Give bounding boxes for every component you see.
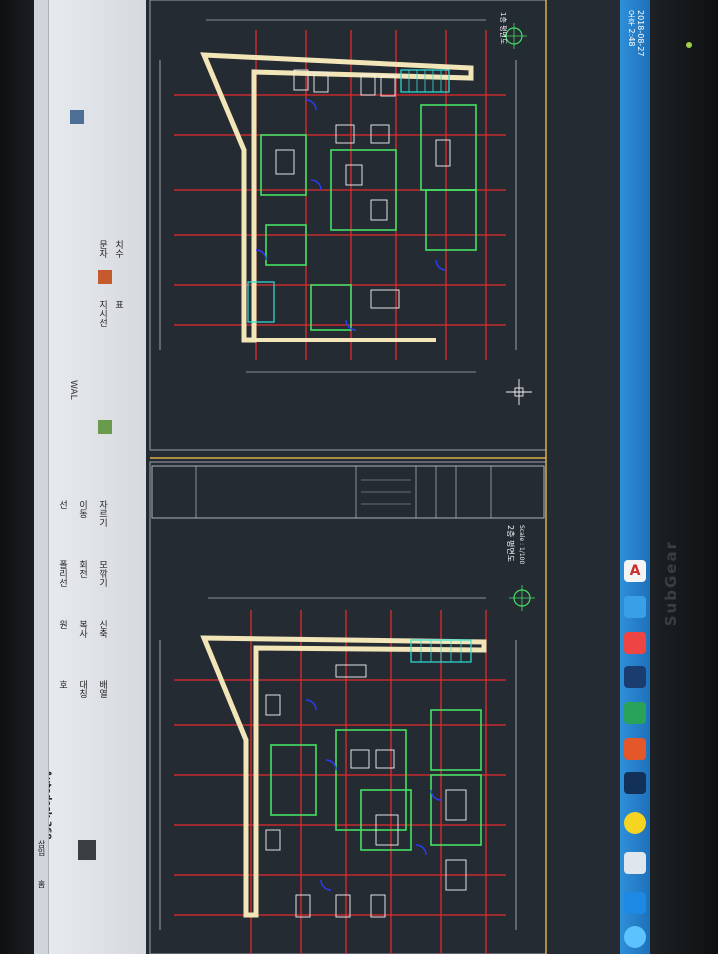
windows-taskbar: 오후 2:48 2018-08-27 A xyxy=(620,0,652,954)
group-tools: 문자 치수 지시선 표 xyxy=(96,240,142,400)
kakaotalk-icon[interactable] xyxy=(624,812,646,834)
photoshop-icon-1[interactable] xyxy=(624,666,646,688)
app-icon-orange[interactable] xyxy=(624,738,646,760)
photo-of-monitor: Autodesk 360 WAL 선 폴리선 원 호 이동 회전 복사 대칭 자… xyxy=(0,0,718,954)
text-A-icon[interactable] xyxy=(78,840,96,860)
sheet2-title: 2층 평면도 xyxy=(506,525,516,562)
app-icon-green[interactable] xyxy=(624,702,646,724)
power-led xyxy=(686,42,692,48)
clipboard-icon[interactable] xyxy=(70,110,84,124)
monitor-brand: SubGear xyxy=(662,540,680,627)
tool-circle[interactable]: 원 xyxy=(56,620,69,629)
tab-home[interactable]: 홈 xyxy=(36,880,47,888)
sheet1-stamp: 1층 평면도 xyxy=(499,12,508,45)
autocad-ribbon: Autodesk 360 WAL 선 폴리선 원 호 이동 회전 복사 대칭 자… xyxy=(34,0,147,954)
tool-dimension[interactable]: 치수 xyxy=(112,240,125,258)
ie-icon[interactable] xyxy=(624,892,646,914)
file-explorer-icon[interactable] xyxy=(624,596,646,618)
layer-icon[interactable] xyxy=(98,420,112,434)
text-icon[interactable] xyxy=(98,270,112,284)
title-block xyxy=(151,465,545,519)
drawing-canvas[interactable]: 1층 평면도 2층 평면도 Scale: 1/100 xyxy=(146,0,622,954)
tool-copy[interactable]: 복사 xyxy=(76,620,89,638)
tool-table[interactable]: 표 xyxy=(112,300,125,309)
app-icon-red[interactable] xyxy=(624,632,646,654)
photoshop-icon-2[interactable] xyxy=(624,772,646,794)
tool-polyline[interactable]: 폴리선 xyxy=(56,560,69,587)
tool-mirror[interactable]: 대칭 xyxy=(76,680,89,698)
tool-trim[interactable]: 자르기 xyxy=(96,500,109,527)
tool-array[interactable]: 배열 xyxy=(96,680,109,698)
tool-stretch[interactable]: 신축 xyxy=(96,620,109,638)
app-icon-white[interactable] xyxy=(624,852,646,874)
tool-move[interactable]: 이동 xyxy=(76,500,89,518)
start-icon[interactable] xyxy=(624,926,646,948)
monitor-bezel-right xyxy=(650,0,718,954)
sheet2-scale: Scale : 1/100 xyxy=(518,525,525,564)
tool-line[interactable]: 선 xyxy=(56,500,69,509)
monitor-bezel-left xyxy=(0,0,34,954)
draw-tools: 선 폴리선 원 호 이동 회전 복사 대칭 자르기 모깎기 신축 배열 xyxy=(54,500,114,800)
tool-leader[interactable]: 지시선 xyxy=(96,300,109,327)
floor-plan-drawing: 1층 평면도 2층 평면도 Scale: 1/100 xyxy=(149,0,547,954)
autocad-taskbar-icon[interactable]: A xyxy=(624,560,646,582)
tab-insert[interactable]: 삽입 xyxy=(36,840,47,856)
layer-name[interactable]: WAL xyxy=(68,380,78,400)
taskbar-date: 2018-08-27 xyxy=(636,10,645,57)
ribbon-tab-strip: 홈 삽입 xyxy=(34,0,49,954)
sheet-1-plan: 1층 평면도 xyxy=(159,12,532,405)
tool-text[interactable]: 문자 xyxy=(96,240,109,258)
tool-rotate[interactable]: 회전 xyxy=(76,560,89,578)
sheet-2-plan: 2층 평면도 Scale : 1/100 xyxy=(159,525,535,954)
cursor-crosshair xyxy=(506,379,532,405)
tool-arc[interactable]: 호 xyxy=(56,680,69,689)
tool-fillet[interactable]: 모깎기 xyxy=(96,560,109,587)
